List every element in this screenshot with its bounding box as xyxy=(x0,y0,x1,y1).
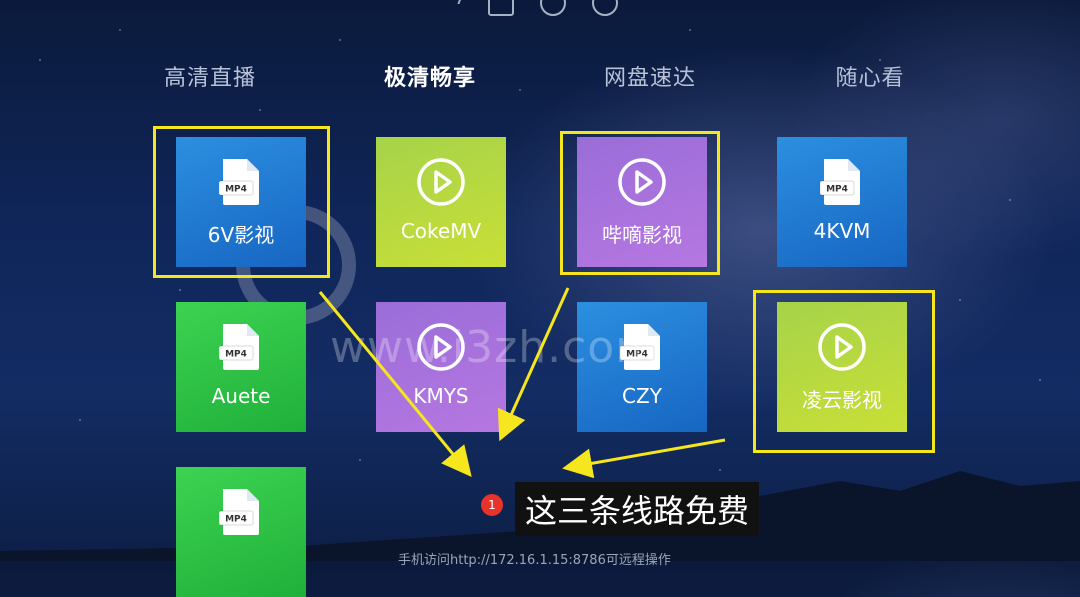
source-tile[interactable]: 凌云影视 xyxy=(777,302,907,432)
source-tile[interactable]: CokeMV xyxy=(376,137,506,267)
svg-text:MP4: MP4 xyxy=(826,185,848,195)
source-tile-label: CokeMV xyxy=(400,219,482,243)
remote-access-hint: 手机访问http://172.16.1.15:8786可远程操作 xyxy=(398,553,671,568)
source-tile[interactable]: MP4 4KVM xyxy=(777,137,907,267)
history-icon[interactable] xyxy=(488,0,514,16)
settings-icon[interactable] xyxy=(540,0,566,16)
source-tile[interactable]: 哔嘀影视 xyxy=(577,137,707,267)
play-icon xyxy=(617,157,667,207)
step-badge: 1 xyxy=(481,494,503,516)
source-tile[interactable]: MP4 6V影视 xyxy=(176,137,306,267)
mp4-file-icon: MP4 xyxy=(219,322,263,372)
tab-cloud-drive[interactable]: 网盘速达 xyxy=(540,60,760,92)
source-tile-label: CZY xyxy=(622,384,662,408)
tab-ultra-clear[interactable]: 极清畅享 xyxy=(320,60,540,92)
source-tile-label: 哔嘀影视 xyxy=(602,223,682,247)
annotation-callout: 这三条线路免费 xyxy=(515,482,760,536)
source-tile[interactable]: MP4 xyxy=(176,467,306,597)
category-tabs: 高清直播 极清畅享 网盘速达 随心看 xyxy=(100,60,980,92)
play-icon xyxy=(817,322,867,372)
play-icon xyxy=(416,157,466,207)
source-tile-label: 4KVM xyxy=(813,219,871,243)
top-icon-bar xyxy=(447,0,618,16)
source-tile-label: 凌云影视 xyxy=(802,388,882,412)
mp4-file-icon: MP4 xyxy=(820,157,864,207)
svg-text:MP4: MP4 xyxy=(225,515,247,525)
source-tile-label: Auete xyxy=(211,384,271,408)
search-icon[interactable] xyxy=(447,0,465,4)
arrow-from-bidi xyxy=(497,287,570,442)
svg-text:MP4: MP4 xyxy=(225,350,247,360)
source-tile[interactable]: KMYS xyxy=(376,302,506,432)
source-tile-label: KMYS xyxy=(413,384,469,408)
mp4-file-icon: MP4 xyxy=(620,322,664,372)
source-tile[interactable]: MP4 Auete xyxy=(176,302,306,432)
tab-hd-live[interactable]: 高清直播 xyxy=(100,60,320,92)
mp4-file-icon: MP4 xyxy=(219,487,263,537)
tab-free-watch[interactable]: 随心看 xyxy=(760,60,980,92)
svg-text:MP4: MP4 xyxy=(626,350,648,360)
mp4-file-icon: MP4 xyxy=(219,157,263,207)
source-tile[interactable]: MP4 CZY xyxy=(577,302,707,432)
play-icon xyxy=(416,322,466,372)
user-icon[interactable] xyxy=(592,0,618,16)
source-tile-label: 6V影视 xyxy=(207,223,275,247)
svg-text:MP4: MP4 xyxy=(225,185,247,195)
